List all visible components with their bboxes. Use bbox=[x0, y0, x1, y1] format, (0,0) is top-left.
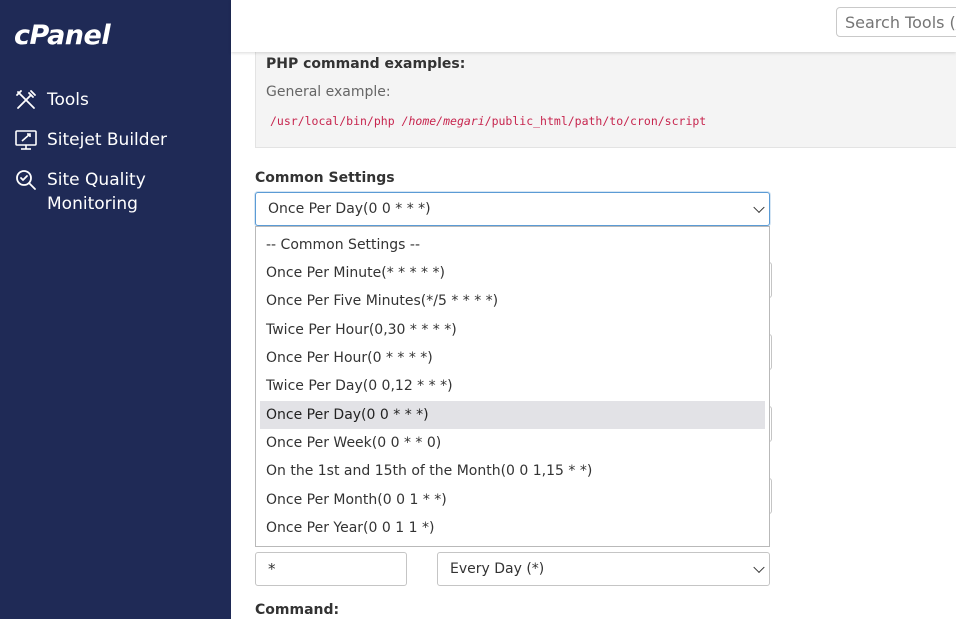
common-settings-selected-value: Once Per Day(0 0 * * *) bbox=[268, 201, 431, 217]
dropdown-option[interactable]: Once Per Year(0 0 1 1 *) bbox=[260, 514, 765, 542]
common-settings-select[interactable]: Once Per Day(0 0 * * *) bbox=[255, 192, 770, 226]
sidebar-item-label: Tools bbox=[47, 90, 89, 110]
examples-title: PHP command examples: bbox=[266, 56, 466, 72]
sidebar: cPanel Tools Sitejet Builder Site Qualit… bbox=[0, 0, 231, 619]
chevron-down-icon bbox=[753, 561, 765, 574]
dropdown-option[interactable]: Twice Per Hour(0,30 * * * *) bbox=[260, 316, 765, 344]
dropdown-option[interactable]: Twice Per Day(0 0,12 * * *) bbox=[260, 372, 765, 400]
dropdown-option[interactable]: On the 1st and 15th of the Month(0 0 1,1… bbox=[260, 457, 765, 485]
tools-icon bbox=[16, 90, 36, 109]
dropdown-option[interactable]: Once Per Hour(0 * * * *) bbox=[260, 344, 765, 372]
common-settings-label: Common Settings bbox=[255, 170, 395, 186]
weekday-select[interactable]: Every Day (*) bbox=[437, 552, 770, 586]
example-command-code: /usr/local/bin/php /home/megari/public_h… bbox=[270, 114, 707, 128]
dropdown-option[interactable]: Once Per Minute(* * * * *) bbox=[260, 259, 765, 287]
search-tools-input[interactable] bbox=[836, 7, 956, 37]
command-label: Command: bbox=[255, 602, 340, 618]
common-settings-dropdown: -- Common Settings -- Once Per Minute(* … bbox=[255, 226, 770, 547]
chevron-down-icon bbox=[753, 201, 765, 214]
sidebar-item-label: Site Quality Monitoring bbox=[47, 170, 146, 214]
sitejet-icon bbox=[15, 130, 37, 150]
dropdown-option[interactable]: Once Per Week(0 0 * * 0) bbox=[260, 429, 765, 457]
top-bar bbox=[231, 0, 956, 52]
weekday-selected-value: Every Day (*) bbox=[450, 561, 545, 577]
sidebar-item-label: Sitejet Builder bbox=[47, 130, 168, 150]
sidebar-item-sitejet-builder[interactable]: Sitejet Builder bbox=[14, 128, 197, 152]
general-example-label: General example: bbox=[266, 84, 391, 100]
site-quality-icon bbox=[16, 170, 36, 190]
dropdown-option[interactable]: -- Common Settings -- bbox=[260, 231, 765, 259]
sidebar-item-tools[interactable]: Tools bbox=[14, 88, 197, 112]
sidebar-item-site-quality-monitoring[interactable]: Site Quality Monitoring bbox=[14, 168, 197, 216]
dropdown-option[interactable]: Once Per Five Minutes(*/5 * * * *) bbox=[260, 287, 765, 315]
dropdown-option-selected[interactable]: Once Per Day(0 0 * * *) bbox=[260, 401, 765, 429]
weekday-input[interactable] bbox=[255, 552, 407, 586]
dropdown-option[interactable]: Once Per Month(0 0 1 * *) bbox=[260, 486, 765, 514]
cpanel-logo[interactable]: cPanel bbox=[14, 20, 111, 51]
php-command-examples: PHP command examples: General example: /… bbox=[255, 40, 956, 148]
